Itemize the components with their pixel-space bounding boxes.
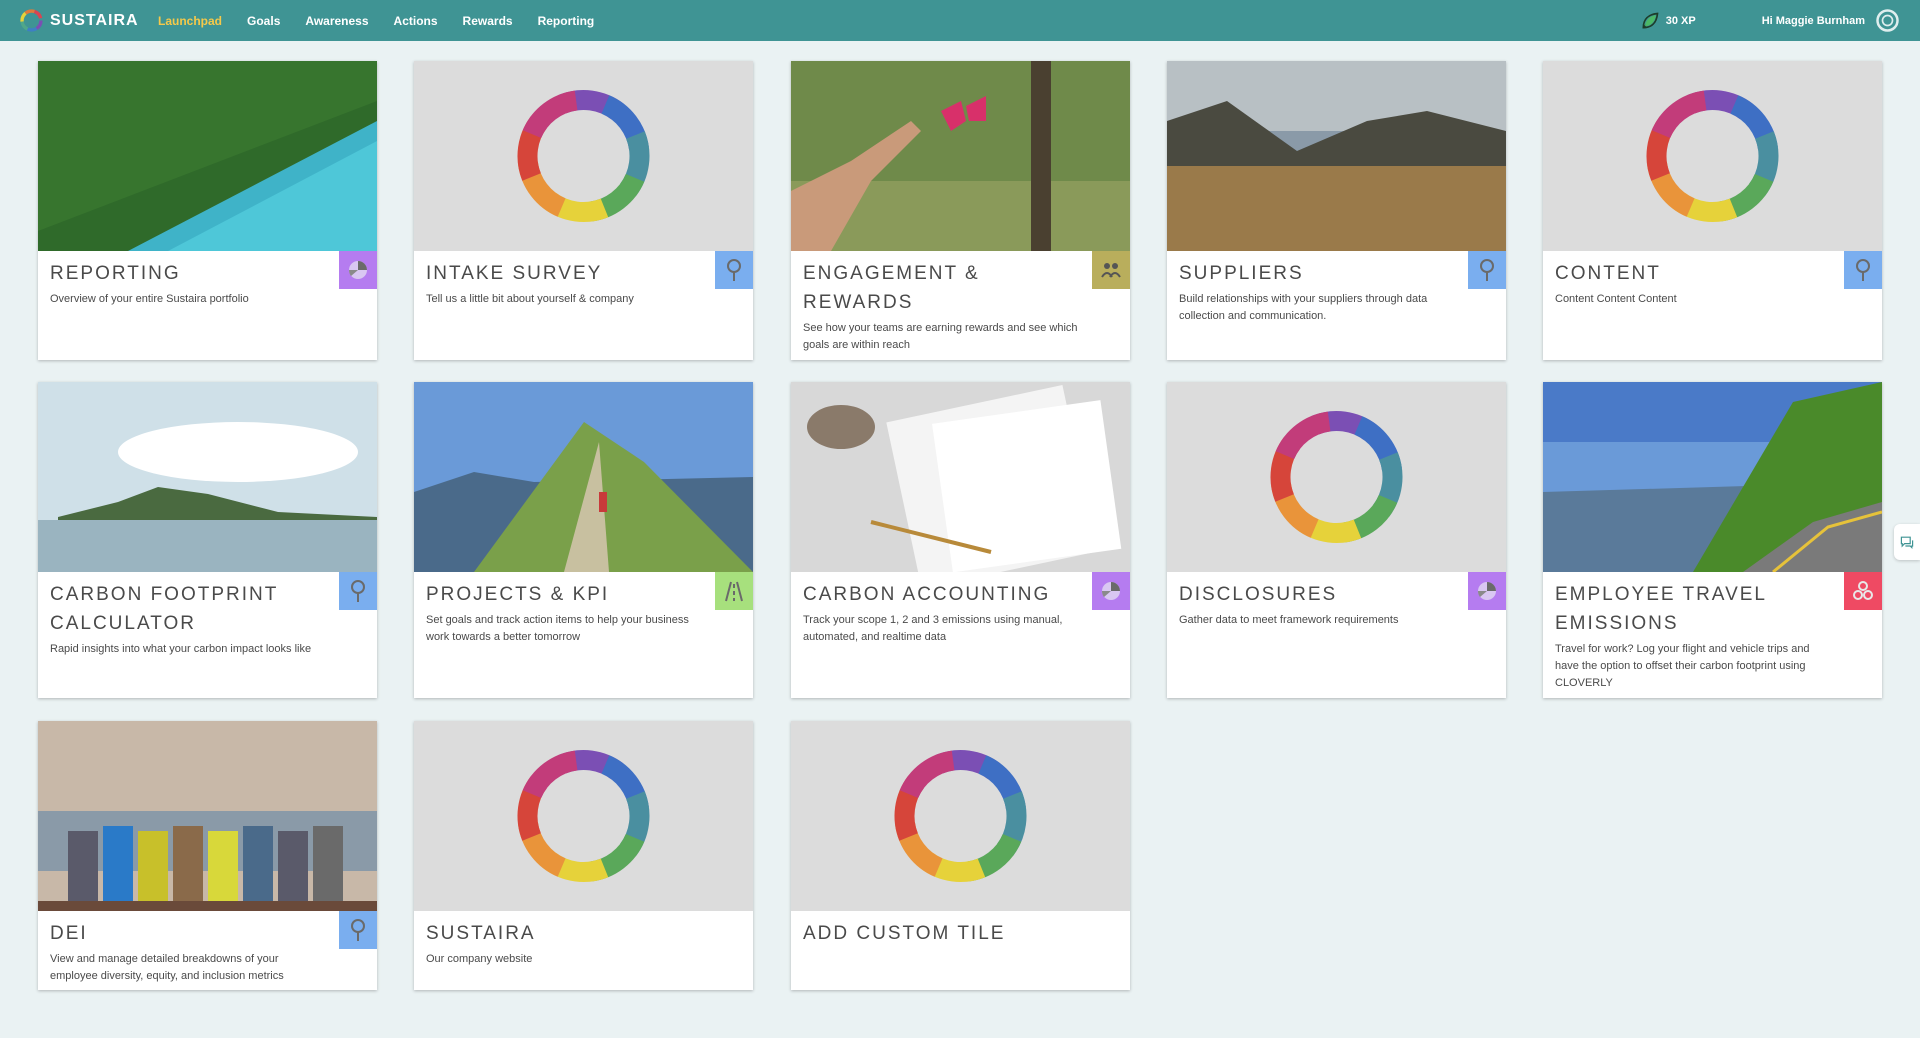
tile-title: ADD CUSTOM TILE xyxy=(803,923,1006,944)
tile-engagement-rewards[interactable]: ENGAGEMENT & REWARDS See how your teams … xyxy=(791,61,1130,360)
tile-description: Build relationships with your suppliers … xyxy=(1179,293,1428,322)
tile-image xyxy=(791,382,1130,572)
main-nav: Launchpad Goals Awareness Actions Reward… xyxy=(158,14,619,28)
tile-description: View and manage detailed breakdowns of y… xyxy=(50,953,284,982)
tile-content[interactable]: CONTENT Content Content Content xyxy=(1543,61,1882,360)
nav-item-awareness[interactable]: Awareness xyxy=(305,14,368,28)
tile-disclosures[interactable]: DISCLOSURES Gather data to meet framewor… xyxy=(1167,382,1506,698)
user-greeting[interactable]: Hi Maggie Burnham xyxy=(1762,15,1865,27)
tile-image xyxy=(38,721,377,911)
tile-description: Track your scope 1, 2 and 3 emissions us… xyxy=(803,614,1063,643)
tile-employee-travel-emissions[interactable]: EMPLOYEE TRAVEL EMISSIONS Travel for wor… xyxy=(1543,382,1882,698)
tile-badge xyxy=(715,572,753,610)
tile-intake-survey[interactable]: INTAKE SURVEY Tell us a little bit about… xyxy=(414,61,753,360)
tile-title: DEI xyxy=(50,923,88,944)
pin-icon xyxy=(351,919,365,941)
tile-image xyxy=(414,721,753,911)
chat-button[interactable] xyxy=(1894,524,1920,560)
tile-badge xyxy=(339,572,377,610)
nav-item-reporting[interactable]: Reporting xyxy=(538,14,595,28)
xp-value: 30 XP xyxy=(1665,14,1696,27)
tile-image xyxy=(1543,61,1882,251)
tile-description: Our company website xyxy=(426,953,533,965)
tile-description: Travel for work? Log your flight and veh… xyxy=(1555,643,1810,689)
chat-icon xyxy=(1900,536,1914,550)
tile-title: EMPLOYEE TRAVEL EMISSIONS xyxy=(1555,584,1767,634)
tile-description: See how your teams are earning rewards a… xyxy=(803,322,1078,351)
tile-carbon-footprint-calculator[interactable]: CARBON FOOTPRINT CALCULATOR Rapid insigh… xyxy=(38,382,377,698)
tile-title: CARBON ACCOUNTING xyxy=(803,584,1051,605)
tile-badge xyxy=(1092,572,1130,610)
tile-image xyxy=(38,382,377,572)
tile-image xyxy=(38,61,377,251)
road-icon xyxy=(725,581,743,602)
tile-description: Tell us a little bit about yourself & co… xyxy=(426,293,634,305)
tile-badge xyxy=(1844,572,1882,610)
sustaira-logo[interactable]: SUSTAIRA xyxy=(18,7,156,34)
user-avatar-icon[interactable] xyxy=(1875,8,1900,33)
people-icon xyxy=(1101,263,1121,278)
nav-item-actions[interactable]: Actions xyxy=(394,14,438,28)
tile-reporting[interactable]: REPORTING Overview of your entire Sustai… xyxy=(38,61,377,360)
tile-description: Content Content Content xyxy=(1555,293,1677,305)
tile-title: DISCLOSURES xyxy=(1179,584,1338,605)
leaf-icon xyxy=(1642,12,1659,29)
tile-badge xyxy=(1844,251,1882,289)
pin-icon xyxy=(1480,259,1494,281)
pin-icon xyxy=(727,259,741,281)
top-navigation-bar: SUSTAIRA Launchpad Goals Awareness Actio… xyxy=(0,0,1920,41)
tile-image xyxy=(1167,382,1506,572)
coins-icon xyxy=(1853,581,1873,600)
pin-icon xyxy=(351,580,365,602)
nav-item-rewards[interactable]: Rewards xyxy=(463,14,513,28)
tile-description: Gather data to meet framework requiremen… xyxy=(1179,614,1399,626)
tile-sustaira[interactable]: SUSTAIRA Our company website xyxy=(414,721,753,990)
tile-image xyxy=(1167,61,1506,251)
tile-title: CONTENT xyxy=(1555,263,1661,284)
tile-dei[interactable]: DEI View and manage detailed breakdowns … xyxy=(38,721,377,990)
tile-badge xyxy=(339,251,377,289)
tile-image xyxy=(791,61,1130,251)
pie-chart-icon xyxy=(1101,582,1120,600)
header-right: 30 XP Hi Maggie Burnham xyxy=(1640,0,1920,41)
tile-image xyxy=(1543,382,1882,572)
nav-item-launchpad[interactable]: Launchpad xyxy=(158,14,222,28)
tile-image xyxy=(414,382,753,572)
app-name: SUSTAIRA xyxy=(50,11,139,29)
tile-image xyxy=(414,61,753,251)
tile-suppliers[interactable]: SUPPLIERS Build relationships with your … xyxy=(1167,61,1506,360)
pie-chart-icon xyxy=(1477,582,1496,600)
tile-image xyxy=(791,721,1130,911)
pie-chart-icon xyxy=(348,261,367,279)
tile-badge xyxy=(1468,251,1506,289)
tile-projects-kpi[interactable]: PROJECTS & KPI Set goals and track actio… xyxy=(414,382,753,698)
tile-badge xyxy=(339,911,377,949)
tile-title: SUPPLIERS xyxy=(1179,263,1304,284)
tile-description: Overview of your entire Sustaira portfol… xyxy=(50,293,249,305)
tile-description: Set goals and track action items to help… xyxy=(426,614,689,643)
tile-badge xyxy=(715,251,753,289)
tile-carbon-accounting[interactable]: CARBON ACCOUNTING Track your scope 1, 2 … xyxy=(791,382,1130,698)
tile-title: PROJECTS & KPI xyxy=(426,584,610,605)
nav-item-goals[interactable]: Goals xyxy=(247,14,280,28)
tile-title: ENGAGEMENT & REWARDS xyxy=(803,263,980,313)
tile-description: Rapid insights into what your carbon imp… xyxy=(50,643,312,655)
tile-badge xyxy=(1092,251,1130,289)
tile-title: INTAKE SURVEY xyxy=(426,263,603,284)
tile-add-custom-tile[interactable]: ADD CUSTOM TILE xyxy=(791,721,1130,990)
pin-icon xyxy=(1856,259,1870,281)
xp-counter[interactable]: 30 XP xyxy=(1640,11,1696,31)
tile-title: CARBON FOOTPRINT CALCULATOR xyxy=(50,584,278,634)
tile-title: SUSTAIRA xyxy=(426,923,536,944)
tile-title: REPORTING xyxy=(50,263,181,284)
tile-badge xyxy=(1468,572,1506,610)
sustaira-logo-icon xyxy=(20,9,43,32)
